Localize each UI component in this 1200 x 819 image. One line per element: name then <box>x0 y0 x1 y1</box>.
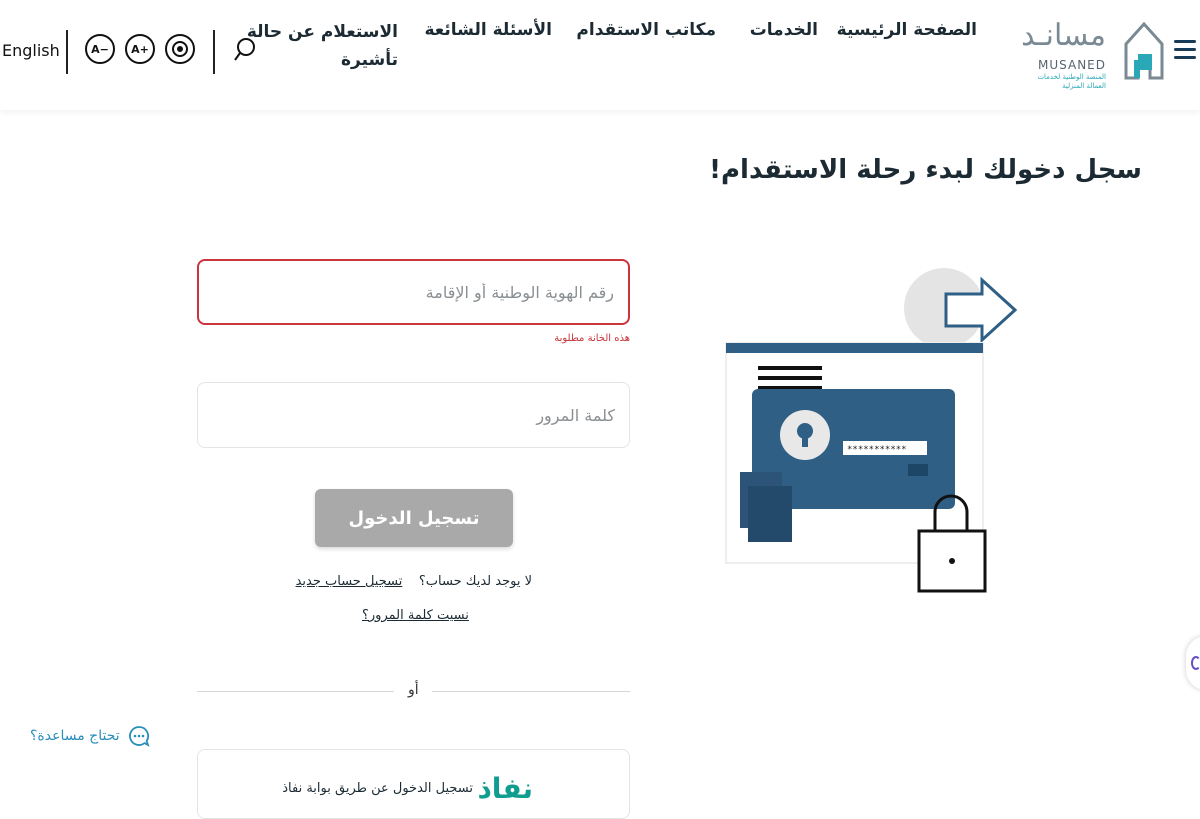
or-text: أو <box>408 682 419 698</box>
header-divider <box>66 30 68 74</box>
register-row: لا يوجد لديك حساب؟ تسجيل حساب جديد <box>296 574 532 589</box>
menu-icon[interactable] <box>1174 40 1196 64</box>
id-number-input[interactable] <box>199 261 628 323</box>
search-icon[interactable] <box>232 36 258 64</box>
nav-recruitment-offices[interactable]: مكاتب الاستقدام <box>576 20 716 40</box>
nav-visa-inquiry-line2: تأشيرة <box>340 50 398 70</box>
chat-bubble-icon <box>128 726 150 747</box>
logo-tagline: المنصة الوطنية لخدمات العمالة المنزلية <box>1037 73 1106 90</box>
nav-home[interactable]: الصفحة الرئيسية <box>837 20 977 40</box>
top-header: مسانـد MUSANED المنصة الوطنية لخدمات الع… <box>0 0 1200 110</box>
password-mask-text: *********** <box>847 445 907 455</box>
help-link[interactable]: تحتاج مساعدة؟ <box>30 724 150 748</box>
register-link[interactable]: تسجيل حساب جديد <box>296 574 403 589</box>
or-divider-left <box>197 691 394 692</box>
nav-faq[interactable]: الأسئلة الشائعة <box>425 20 553 40</box>
login-illustration: *********** <box>725 268 1018 593</box>
language-toggle[interactable]: English <box>2 41 60 60</box>
help-text: تحتاج مساعدة؟ <box>30 728 120 744</box>
musaned-logo[interactable]: مسانـد MUSANED المنصة الوطنية لخدمات الع… <box>1021 18 1164 90</box>
logo-arabic-text: مسانـد <box>1021 18 1106 53</box>
id-field-wrapper <box>197 259 630 325</box>
decrease-font-button[interactable]: A− <box>85 34 115 64</box>
logo-mark-icon <box>1124 21 1164 80</box>
header-divider <box>213 30 215 74</box>
or-divider-right <box>432 691 630 692</box>
nafath-logo: نفاذ <box>477 772 533 805</box>
nav-visa-inquiry-line1: الاستعلام عن حالة <box>246 22 398 42</box>
widget-icon <box>1191 656 1200 670</box>
increase-font-button[interactable]: A+ <box>125 34 155 64</box>
nafath-login-button[interactable]: نفاذ تسجيل الدخول عن طريق بوابة نفاذ <box>197 749 630 819</box>
password-input[interactable] <box>198 383 629 447</box>
password-field-wrapper <box>197 382 630 448</box>
accessibility-contrast-icon[interactable] <box>165 34 195 64</box>
side-widget-tab[interactable] <box>1186 636 1200 690</box>
nav-services[interactable]: الخدمات <box>750 20 818 40</box>
login-button[interactable]: تسجيل الدخول <box>315 489 513 547</box>
nav-visa-inquiry[interactable]: الاستعلام عن حالة تأشيرة <box>247 18 398 74</box>
browser-titlebar <box>726 343 983 353</box>
forgot-row: نسيت كلمة المرور؟ <box>362 608 469 623</box>
id-field-error: هذه الخانة مطلوبة <box>554 333 630 344</box>
logo-english-text: MUSANED <box>1038 58 1106 72</box>
forgot-password-link[interactable]: نسيت كلمة المرور؟ <box>362 608 469 623</box>
no-account-text: لا يوجد لديك حساب؟ <box>418 574 532 589</box>
page-title: سجل دخولك لبدء رحلة الاستقدام! <box>709 155 1142 185</box>
nafath-login-text: تسجيل الدخول عن طريق بوابة نفاذ <box>282 781 473 796</box>
